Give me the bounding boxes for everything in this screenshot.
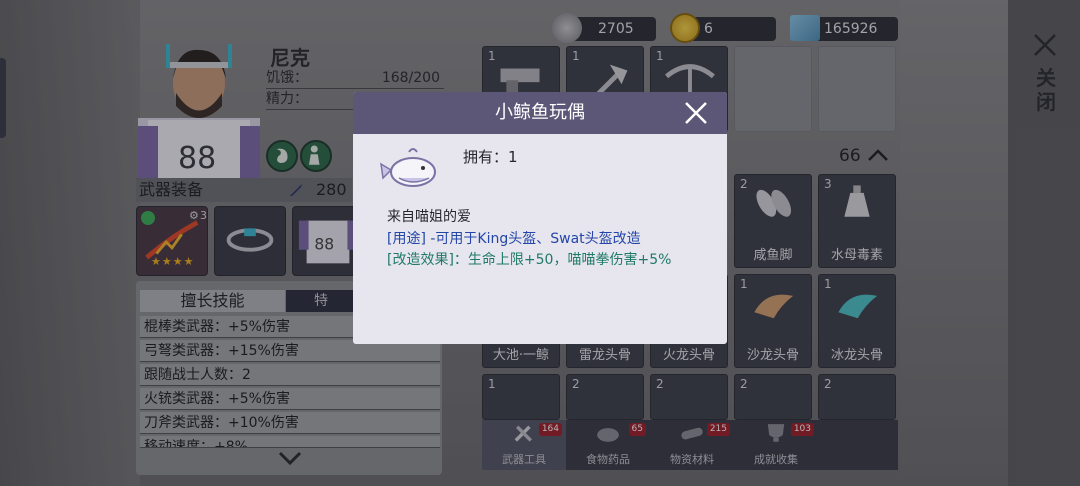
whale-plush-icon bbox=[380, 148, 436, 187]
owned-count: 拥有：1 bbox=[463, 148, 518, 166]
dialog-title: 小鲸鱼玩偶 bbox=[353, 92, 727, 134]
item-detail-dialog: 小鲸鱼玩偶 拥有：1 来自喵姐的爱 [用途] -可用于King头盔、Swat头盔… bbox=[353, 92, 727, 344]
item-effect: [改造效果]：生命上限+50，喵喵拳伤害+5% bbox=[387, 252, 672, 268]
item-description: 来自喵姐的爱 bbox=[387, 209, 471, 225]
item-usage: [用途] -可用于King头盔、Swat头盔改造 bbox=[387, 231, 641, 247]
game-screen: 2705 6 165926 88 尼克 饥饿： 168/200 精力： 武器装备 bbox=[0, 0, 1080, 486]
close-icon[interactable] bbox=[683, 100, 709, 126]
